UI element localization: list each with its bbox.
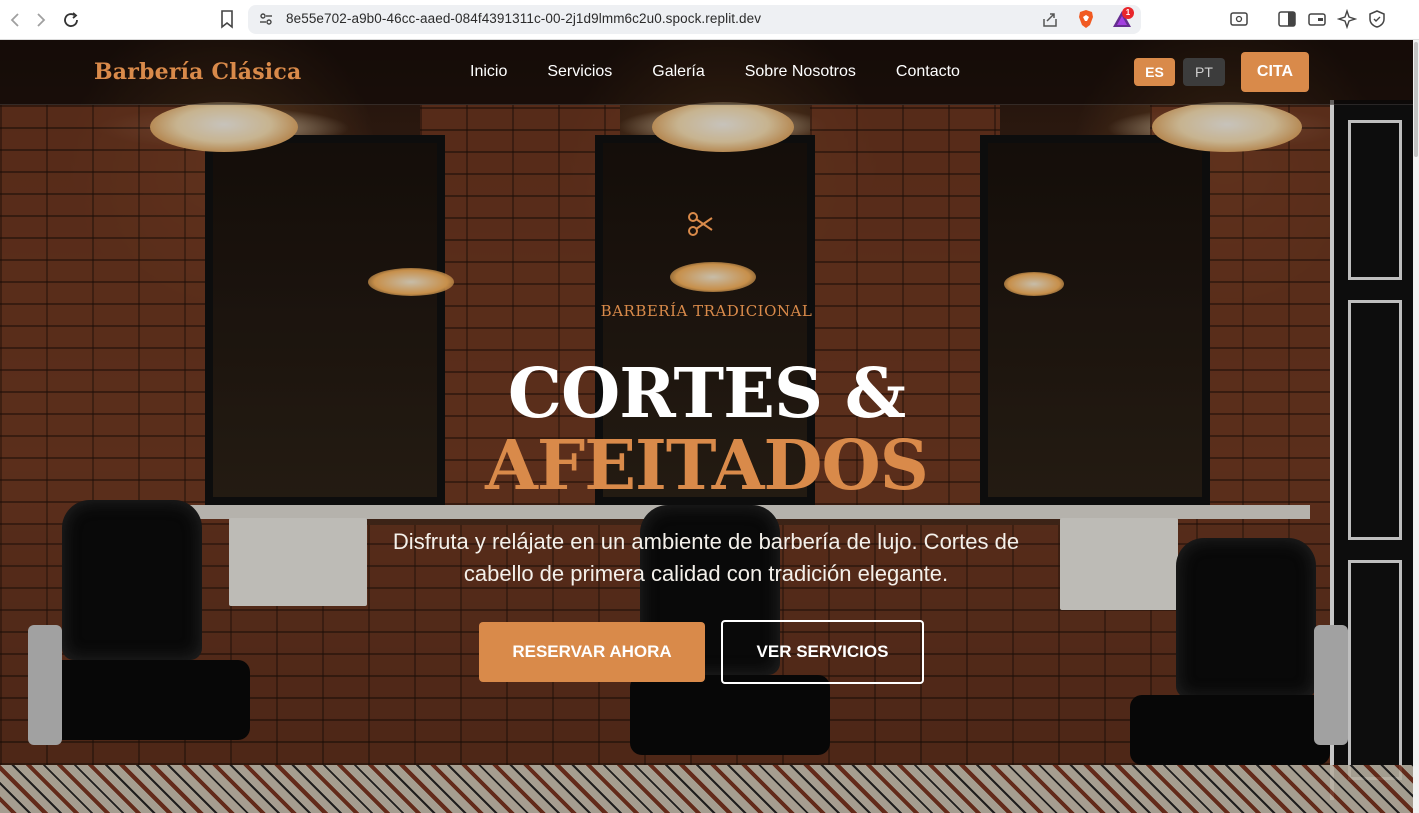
nav-links: Inicio Servicios Galería Sobre Nosotros … [470, 63, 1000, 81]
site-info-icon[interactable] [258, 11, 274, 27]
leo-ai-icon[interactable] [1336, 8, 1358, 30]
reader-mode-icon[interactable] [1229, 9, 1249, 29]
view-services-button[interactable]: VER SERVICIOS [721, 620, 924, 684]
bookmark-icon[interactable] [216, 7, 238, 31]
nav-link-inicio[interactable]: Inicio [470, 63, 507, 81]
forward-icon[interactable] [28, 7, 54, 33]
scrollbar-thumb[interactable] [1414, 42, 1418, 157]
address-bar[interactable]: 8e55e702-a9b0-46cc-aaed-084f4391311c-00-… [248, 5, 1141, 34]
page-viewport: Barbería Clásica Inicio Servicios Galerí… [0, 40, 1413, 813]
back-icon[interactable] [2, 7, 28, 33]
site-navbar: Barbería Clásica Inicio Servicios Galerí… [0, 40, 1413, 105]
nav-link-galeria[interactable]: Galería [652, 63, 704, 81]
cita-button[interactable]: CITA [1241, 52, 1309, 92]
brave-rewards-icon[interactable]: 1 [1111, 7, 1134, 30]
sidebar-icon[interactable] [1277, 9, 1297, 29]
share-icon[interactable] [1041, 11, 1059, 29]
hero-tagline: BARBERÍA TRADICIONAL [600, 302, 813, 320]
language-pt-button[interactable]: PT [1183, 58, 1225, 86]
language-es-button[interactable]: ES [1134, 58, 1175, 86]
hero-headline-line2: AFEITADOS [485, 426, 929, 506]
hero-headline-line1: CORTES & [507, 354, 906, 434]
nav-link-servicios[interactable]: Servicios [547, 63, 612, 81]
reload-icon[interactable] [58, 7, 84, 33]
vpn-icon[interactable] [1367, 9, 1387, 29]
hero-description: Disfruta y relájate en un ambiente de ba… [392, 529, 1020, 586]
reserve-now-button[interactable]: RESERVAR AHORA [479, 622, 705, 682]
scissors-icon [687, 210, 715, 238]
brave-shields-icon[interactable] [1077, 9, 1095, 29]
nav-link-contacto[interactable]: Contacto [896, 63, 960, 81]
site-logo[interactable]: Barbería Clásica [94, 59, 301, 85]
rewards-badge: 1 [1122, 7, 1134, 19]
url-text[interactable]: 8e55e702-a9b0-46cc-aaed-084f4391311c-00-… [286, 11, 761, 26]
nav-link-sobre-nosotros[interactable]: Sobre Nosotros [745, 63, 856, 81]
wallet-icon[interactable] [1307, 9, 1327, 29]
browser-toolbar: 8e55e702-a9b0-46cc-aaed-084f4391311c-00-… [0, 0, 1419, 40]
